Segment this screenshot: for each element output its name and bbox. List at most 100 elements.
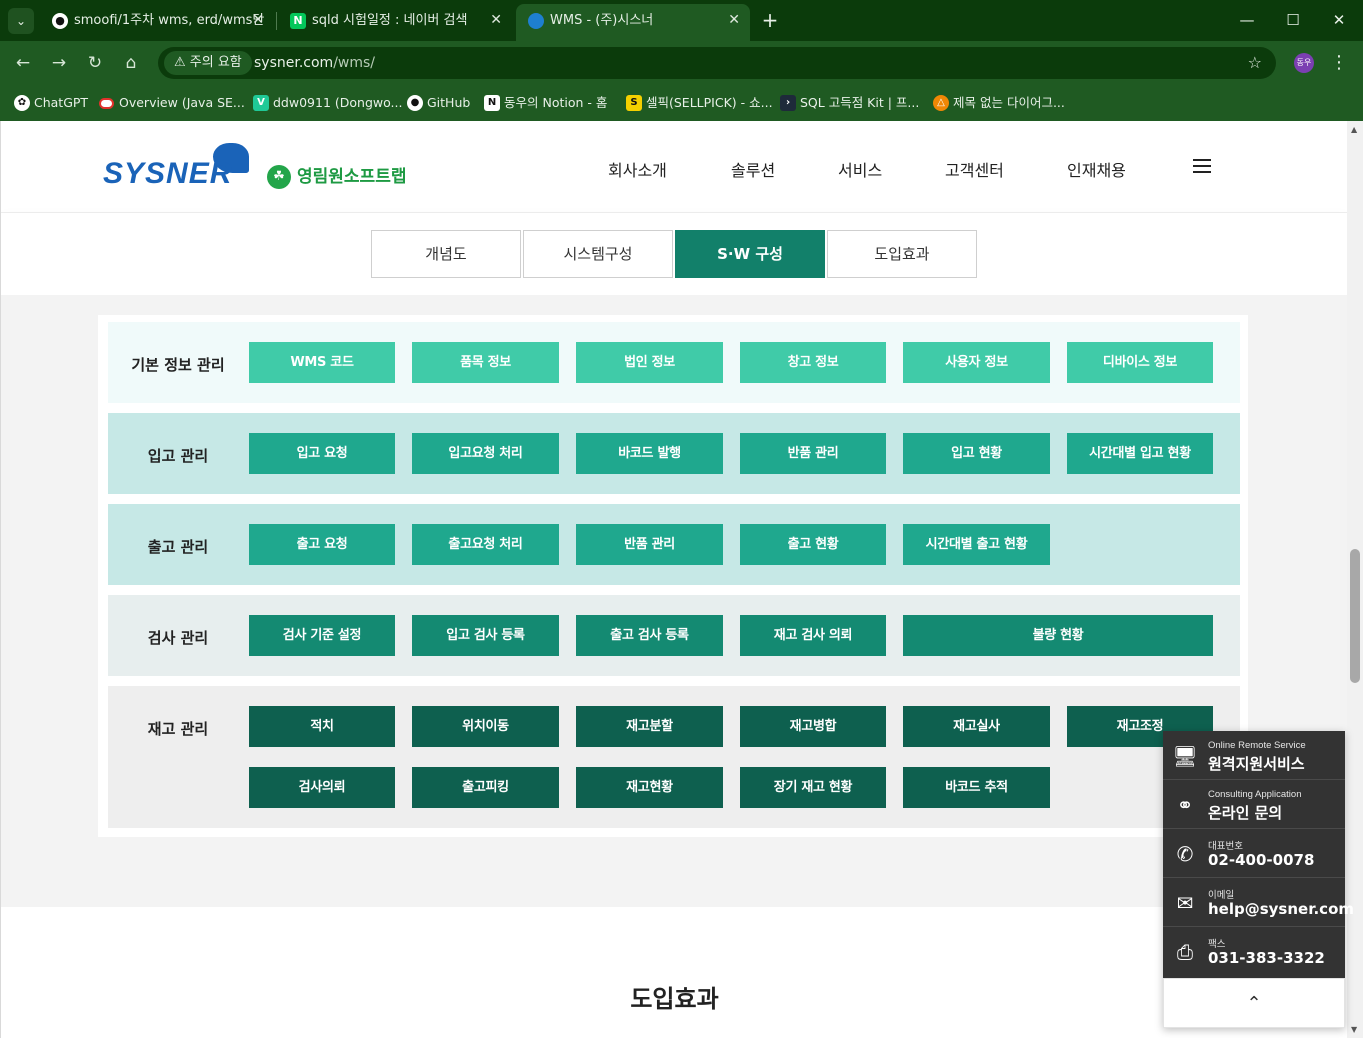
module-button[interactable]: 시간대별 입고 현황 [1067, 433, 1213, 474]
scroll-to-top-button[interactable]: ⌃ [1163, 978, 1345, 1028]
module-button[interactable]: 장기 재고 현황 [740, 767, 886, 808]
sub-tab-bar: 개념도 시스템구성 S·W 구성 도입효과 [1, 213, 1347, 295]
bookmark-label: 동우의 Notion - 홈 [504, 95, 608, 110]
nav-service[interactable]: 서비스 [838, 157, 882, 181]
tab-close-icon[interactable]: ✕ [252, 4, 264, 37]
module-button[interactable]: 재고 검사 의뢰 [740, 615, 886, 656]
module-button[interactable]: 재고병합 [740, 706, 886, 747]
tab-concept[interactable]: 개념도 [371, 230, 521, 278]
url-host: sysner.com [254, 55, 334, 71]
tab-system-config[interactable]: 시스템구성 [523, 230, 673, 278]
module-button[interactable]: 바코드 추적 [903, 767, 1050, 808]
module-button[interactable]: 검사의뢰 [249, 767, 395, 808]
module-button[interactable]: 재고분할 [576, 706, 723, 747]
remote-support-link[interactable]: 🖥 Online Remote Service 원격지원서비스 [1163, 731, 1345, 780]
bookmark-item[interactable]: N 동우의 Notion - 홈 [482, 92, 607, 114]
row-label: 검사 관리 [147, 629, 209, 647]
more-menu-icon[interactable]: ⋮ [1330, 51, 1348, 75]
tab-close-icon[interactable]: ✕ [728, 4, 740, 37]
module-button[interactable]: 출고 검사 등록 [576, 615, 723, 656]
module-button[interactable]: WMS 코드 [249, 342, 395, 383]
tab-adoption-effect[interactable]: 도입효과 [827, 230, 977, 278]
module-button[interactable]: 반품 관리 [576, 524, 723, 565]
back-icon[interactable]: ← [11, 51, 35, 75]
scroll-up-icon[interactable]: ▲ [1351, 125, 1357, 134]
nav-recruit[interactable]: 인재채용 [1067, 157, 1126, 181]
browser-tab-active[interactable]: WMS - (주)시스너 ✕ [516, 4, 750, 41]
module-button[interactable]: 시간대별 출고 현황 [903, 524, 1050, 565]
new-tab-icon[interactable]: + [758, 8, 782, 32]
module-button[interactable]: 불량 현황 [903, 615, 1213, 656]
bookmark-label: Overview (Java SE... [119, 95, 245, 110]
bookmark-item[interactable]: ✿ ChatGPT [12, 92, 88, 114]
forward-icon[interactable]: → [47, 51, 71, 75]
tab-sw-config[interactable]: S·W 구성 [675, 230, 825, 278]
module-button[interactable]: 바코드 발행 [576, 433, 723, 474]
module-button[interactable]: 사용자 정보 [903, 342, 1050, 383]
float-item-title: help@sysner.com [1208, 900, 1355, 918]
nav-company[interactable]: 회사소개 [608, 157, 667, 181]
module-row-outbound: 출고 관리 출고 요청 출고요청 처리 반품 관리 출고 현황 시간대별 출고 … [108, 504, 1240, 585]
module-button[interactable]: 입고 검사 등록 [412, 615, 559, 656]
email-link[interactable]: ✉ 이메일 help@sysner.com [1163, 878, 1354, 927]
github-icon: ● [407, 95, 423, 111]
bookmark-item[interactable]: Vddw0911 (Dongwo... [251, 92, 402, 114]
module-button[interactable]: 출고 현황 [740, 524, 886, 565]
home-icon[interactable]: ⌂ [119, 51, 143, 75]
module-button[interactable]: 검사 기준 설정 [249, 615, 395, 656]
bookmark-item[interactable]: Overview (Java SE... [97, 92, 245, 114]
bookmark-item[interactable]: › SQL 고득점 Kit | 프... [778, 92, 919, 114]
velog-icon: V [253, 95, 269, 111]
fax-link[interactable]: ⎙ 팩스 031-383-3322 [1163, 927, 1345, 976]
module-button[interactable]: 입고 현황 [903, 433, 1050, 474]
module-button[interactable]: 품목 정보 [412, 342, 559, 383]
scroll-down-icon[interactable]: ▼ [1351, 1025, 1357, 1034]
module-button[interactable]: 법인 정보 [576, 342, 723, 383]
bookmark-star-icon[interactable]: ☆ [1248, 47, 1262, 79]
module-button[interactable]: 재고실사 [903, 706, 1050, 747]
bookmark-item[interactable]: △ 제목 없는 다이어그... [931, 92, 1065, 114]
sellpick-icon: S [626, 95, 642, 111]
mail-icon: ✉ [1176, 891, 1194, 915]
nav-support[interactable]: 고객센터 [945, 157, 1004, 181]
tab-search-chevron-icon[interactable]: ⌄ [8, 8, 34, 34]
tab-close-icon[interactable]: ✕ [490, 4, 502, 37]
module-button[interactable]: 입고요청 처리 [412, 433, 559, 474]
tab-title: sqld 시험일정 : 네이버 검색 [312, 13, 468, 28]
browser-tab[interactable]: N sqld 시험일정 : 네이버 검색 ✕ [278, 4, 512, 37]
bookmark-label: 셀픽(SELLPICK) - 쇼... [646, 95, 773, 110]
phone-link[interactable]: ✆ 대표번호 02-400-0078 [1163, 829, 1345, 878]
float-item-caption: Online Remote Service [1208, 740, 1306, 751]
module-button[interactable]: 출고요청 처리 [412, 524, 559, 565]
module-button[interactable]: 위치이동 [412, 706, 559, 747]
reload-icon[interactable]: ↻ [83, 51, 107, 75]
module-button[interactable]: 반품 관리 [740, 433, 886, 474]
module-button[interactable]: 재고현황 [576, 767, 723, 808]
address-bar: ← → ↻ ⌂ ⚠ 주의 요함 sysner.com/wms/ ☆ 동우 ⋮ [0, 41, 1363, 85]
scrollbar-thumb[interactable] [1350, 549, 1360, 683]
module-button[interactable]: 출고 요청 [249, 524, 395, 565]
bookmark-item[interactable]: S 셀픽(SELLPICK) - 쇼... [624, 92, 773, 114]
module-button[interactable]: 디바이스 정보 [1067, 342, 1213, 383]
url-field[interactable]: ⚠ 주의 요함 sysner.com/wms/ ☆ [158, 47, 1276, 79]
profile-avatar[interactable]: 동우 [1294, 53, 1314, 73]
url-path: /wms/ [333, 55, 376, 71]
online-inquiry-link[interactable]: ⚭ Consulting Application 온라인 문의 [1163, 780, 1345, 829]
sysner-logo[interactable]: SYSNER [103, 157, 232, 191]
row-label: 기본 정보 관리 [131, 356, 225, 374]
browser-tab[interactable]: ● smoofi/1주차 wms, erd/wms단 ✕ [40, 4, 274, 37]
module-button[interactable]: 입고 요청 [249, 433, 395, 474]
nav-solution[interactable]: 솔루션 [731, 157, 775, 181]
bookmark-label: ChatGPT [34, 95, 89, 110]
module-button[interactable]: 출고피킹 [412, 767, 559, 808]
younglimwon-logo[interactable]: ☘ 영림원소프트랩 [267, 165, 406, 189]
module-button[interactable]: 창고 정보 [740, 342, 886, 383]
bookmark-item[interactable]: ● GitHub [405, 92, 470, 114]
module-button[interactable]: 적치 [249, 706, 395, 747]
bookmarks-bar: ✿ ChatGPT Overview (Java SE... Vddw0911 (… [0, 85, 1363, 121]
maximize-icon[interactable]: ☐ [1270, 0, 1316, 41]
hamburger-menu-icon[interactable] [1193, 159, 1211, 173]
close-window-icon[interactable]: ✕ [1316, 0, 1362, 41]
minimize-icon[interactable]: — [1224, 0, 1270, 41]
security-warning-chip[interactable]: ⚠ 주의 요함 [164, 51, 252, 75]
